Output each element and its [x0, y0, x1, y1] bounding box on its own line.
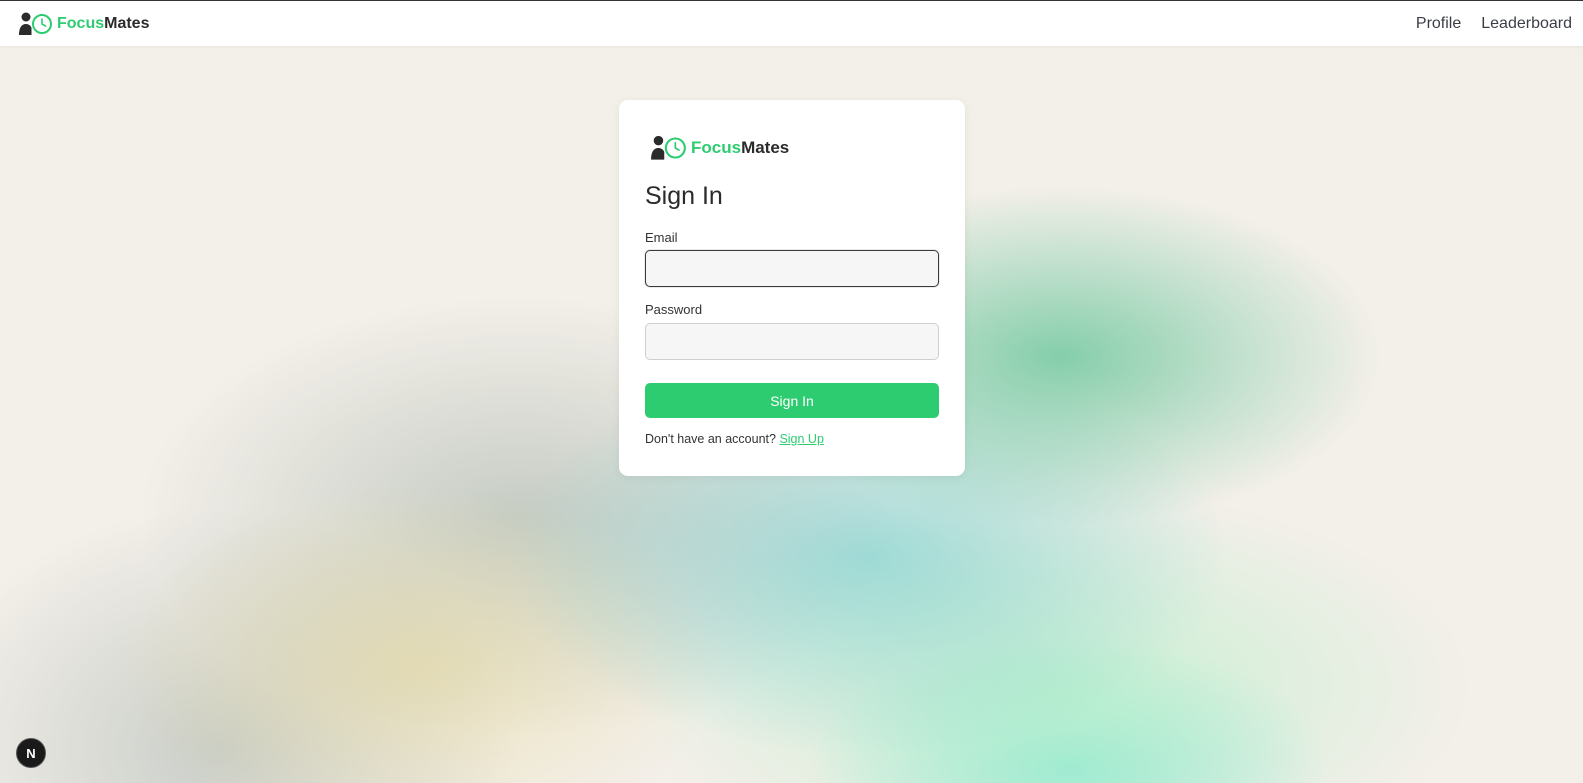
sign-in-button[interactable]: Sign In — [645, 383, 939, 418]
user-clock-icon — [19, 12, 52, 35]
top-navbar: FocusMates Profile Leaderboard — [0, 0, 1583, 46]
card-brand-logo: FocusMates — [650, 134, 789, 162]
brand-logo-link[interactable]: FocusMates — [18, 11, 149, 37]
card-brand-name-part2: Mates — [741, 138, 790, 157]
card-brand-name: FocusMates — [691, 138, 789, 158]
password-field[interactable] — [645, 323, 939, 360]
nav-link-leaderboard[interactable]: Leaderboard — [1481, 15, 1572, 33]
brand-name-part1: Focus — [57, 15, 105, 32]
page-title: Sign In — [645, 182, 723, 210]
sign-up-link[interactable]: Sign Up — [779, 432, 823, 446]
password-label: Password — [645, 302, 703, 317]
signup-prompt-text: Don't have an account? — [645, 432, 776, 446]
card-brand-name-part1: Focus — [691, 138, 742, 157]
sign-in-card: FocusMates Sign In Email Password Sign I… — [619, 100, 965, 476]
email-field[interactable] — [645, 250, 939, 287]
nav-link-profile[interactable]: Profile — [1416, 15, 1461, 33]
email-label: Email — [645, 230, 678, 245]
nextjs-icon: N — [26, 745, 36, 761]
signup-prompt: Don't have an account? Sign Up — [645, 432, 824, 446]
nav-links: Profile Leaderboard — [1416, 15, 1572, 33]
user-clock-icon — [651, 135, 686, 160]
nextjs-dev-badge[interactable]: N — [16, 738, 46, 768]
brand-name: FocusMates — [57, 15, 149, 33]
brand-name-part2: Mates — [104, 15, 150, 32]
